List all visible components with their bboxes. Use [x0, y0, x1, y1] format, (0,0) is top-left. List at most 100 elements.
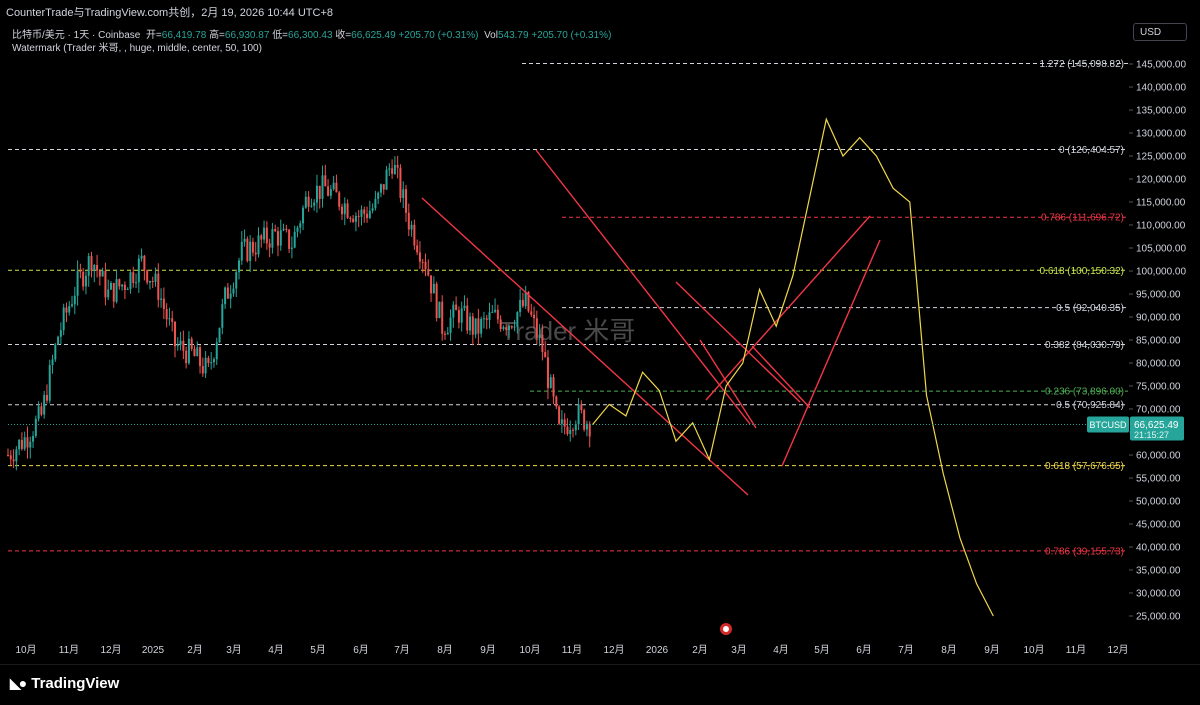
x-tick-label: 10月: [1023, 644, 1044, 656]
y-tick-label: 140,000.00: [1136, 83, 1186, 94]
candle-body: [32, 435, 35, 442]
candle-body: [343, 203, 346, 215]
candle-body: [29, 441, 32, 448]
candle-body: [51, 359, 54, 366]
x-tick-label: 3月: [226, 644, 242, 656]
fib-label: 0.382 (84,030.79): [1045, 340, 1124, 351]
candle-body: [290, 247, 293, 249]
candle-body: [148, 281, 151, 283]
candle-body: [460, 308, 463, 323]
candle-body: [293, 231, 296, 248]
candle-body: [162, 298, 165, 309]
candle-body: [288, 229, 291, 249]
y-tick-label: 80,000.00: [1136, 359, 1181, 370]
candle-body: [332, 182, 335, 190]
candle-body: [109, 282, 112, 290]
candle-body: [118, 279, 121, 287]
candle-body: [521, 299, 524, 307]
candle-body: [535, 318, 538, 338]
candle-body: [171, 318, 174, 322]
candle-body: [243, 238, 246, 242]
candle-body: [399, 167, 402, 198]
candle-body: [477, 318, 480, 334]
candle-body: [432, 283, 435, 294]
fib-label: 0.618 (57,676.65): [1045, 461, 1124, 472]
candle-body: [583, 410, 586, 430]
fib-label: 0.618 (100,150.32): [1039, 266, 1124, 277]
candle-body: [251, 241, 254, 253]
candle-body: [26, 437, 29, 448]
candle-body: [104, 270, 107, 298]
candle-body: [341, 206, 343, 215]
candle-body: [179, 340, 182, 345]
candle-body: [265, 227, 268, 244]
x-tick-label: 9月: [480, 644, 496, 656]
candle-body: [238, 260, 241, 273]
candle-body: [9, 455, 12, 460]
candle-body: [396, 165, 399, 168]
candle-body: [427, 268, 430, 276]
candle-body: [263, 227, 266, 240]
flag-icon[interactable]: [720, 623, 732, 635]
candle-body: [499, 319, 502, 329]
candle-body: [151, 281, 154, 283]
candle-body: [335, 182, 338, 193]
y-tick-label: 60,000.00: [1136, 451, 1181, 462]
candle-body: [207, 357, 210, 364]
watermark-study-label[interactable]: Watermark (Trader 米哥, , huge, middle, ce…: [12, 39, 262, 54]
candle-body: [146, 270, 149, 283]
candle-body: [18, 439, 21, 450]
candle-body: [310, 205, 313, 207]
candle-body: [588, 423, 591, 437]
candle-body: [363, 209, 366, 214]
candle-body: [157, 273, 160, 300]
candle-body: [555, 396, 558, 407]
candle-body: [313, 202, 316, 206]
candle-body: [360, 209, 363, 217]
fib-label: 0.5 (70,925.84): [1056, 400, 1124, 411]
tradingview-logo[interactable]: ◣● TradingView: [10, 675, 119, 692]
currency-button[interactable]: USD: [1133, 23, 1187, 41]
candle-body: [438, 301, 441, 319]
title-bar: CounterTrade与TradingView.com共创，2月 19, 20…: [0, 0, 1200, 20]
candle-body: [87, 256, 90, 276]
candle-body: [405, 189, 408, 213]
candle-body: [143, 255, 146, 271]
candle-body: [513, 326, 516, 328]
y-tick-label: 75,000.00: [1136, 382, 1181, 393]
fib-label: 0 (126,404.57): [1059, 145, 1124, 156]
y-tick-label: 105,000.00: [1136, 244, 1186, 255]
candle-body: [379, 184, 382, 193]
candle-body: [349, 217, 352, 219]
y-tick-label: 25,000.00: [1136, 612, 1181, 623]
y-tick-label: 30,000.00: [1136, 589, 1181, 600]
candle-body: [43, 394, 46, 415]
candle-body: [307, 196, 310, 207]
candle-body: [549, 377, 552, 388]
candle-body: [112, 282, 115, 302]
candle-body: [560, 419, 563, 424]
candle-body: [385, 169, 388, 190]
y-tick-label: 35,000.00: [1136, 566, 1181, 577]
candle-body: [452, 304, 455, 318]
candle-body: [463, 305, 466, 309]
x-tick-label: 12月: [100, 644, 121, 656]
x-tick-label: 12月: [603, 644, 624, 656]
candle-body: [282, 228, 285, 231]
candle-body: [235, 272, 238, 289]
candle-body: [101, 270, 104, 277]
x-tick-label: 2025: [142, 645, 165, 656]
tradingview-icon: ◣●: [10, 675, 27, 691]
candle-body: [482, 318, 485, 320]
candle-body: [449, 317, 452, 333]
candle-body: [563, 419, 566, 427]
x-tick-label: 4月: [773, 644, 789, 656]
candle-body: [135, 282, 138, 284]
candle-body: [176, 344, 179, 347]
candle-body: [368, 210, 371, 218]
price-chart[interactable]: Trader 米哥 1.272 (145,098.82)0 (126,404.5…: [0, 0, 1200, 704]
y-tick-label: 70,000.00: [1136, 405, 1181, 416]
candle-body: [107, 289, 110, 298]
candle-body: [413, 224, 416, 246]
candle-body: [566, 426, 569, 434]
